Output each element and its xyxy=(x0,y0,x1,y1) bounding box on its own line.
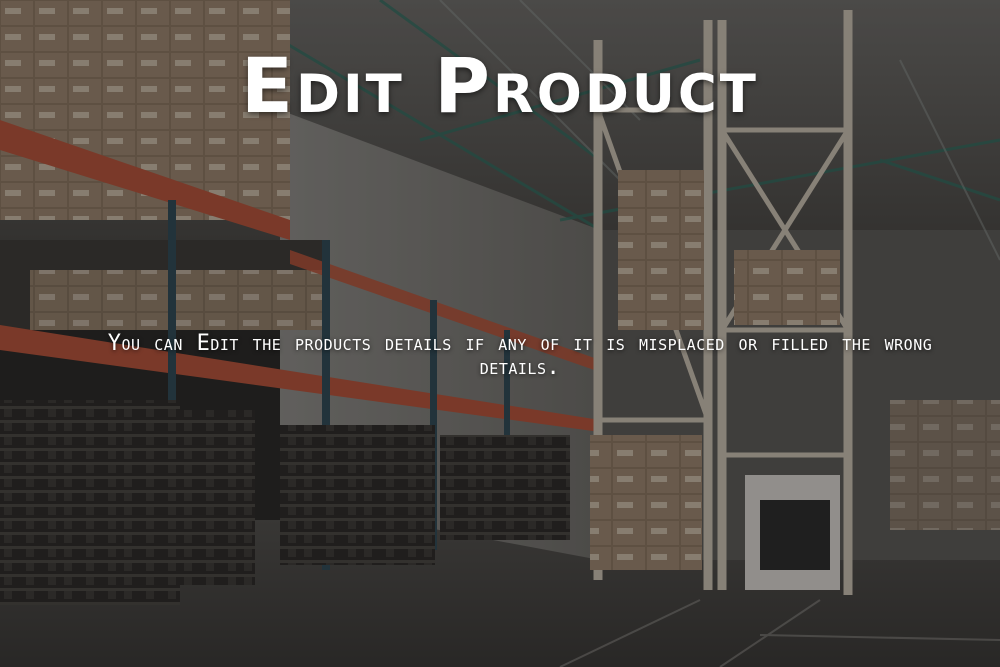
page-title: Edit Product xyxy=(241,41,759,130)
page-hero: Edit Product You can Edit the products d… xyxy=(0,0,1000,667)
page-subtitle: You can Edit the products details if any… xyxy=(107,331,933,380)
